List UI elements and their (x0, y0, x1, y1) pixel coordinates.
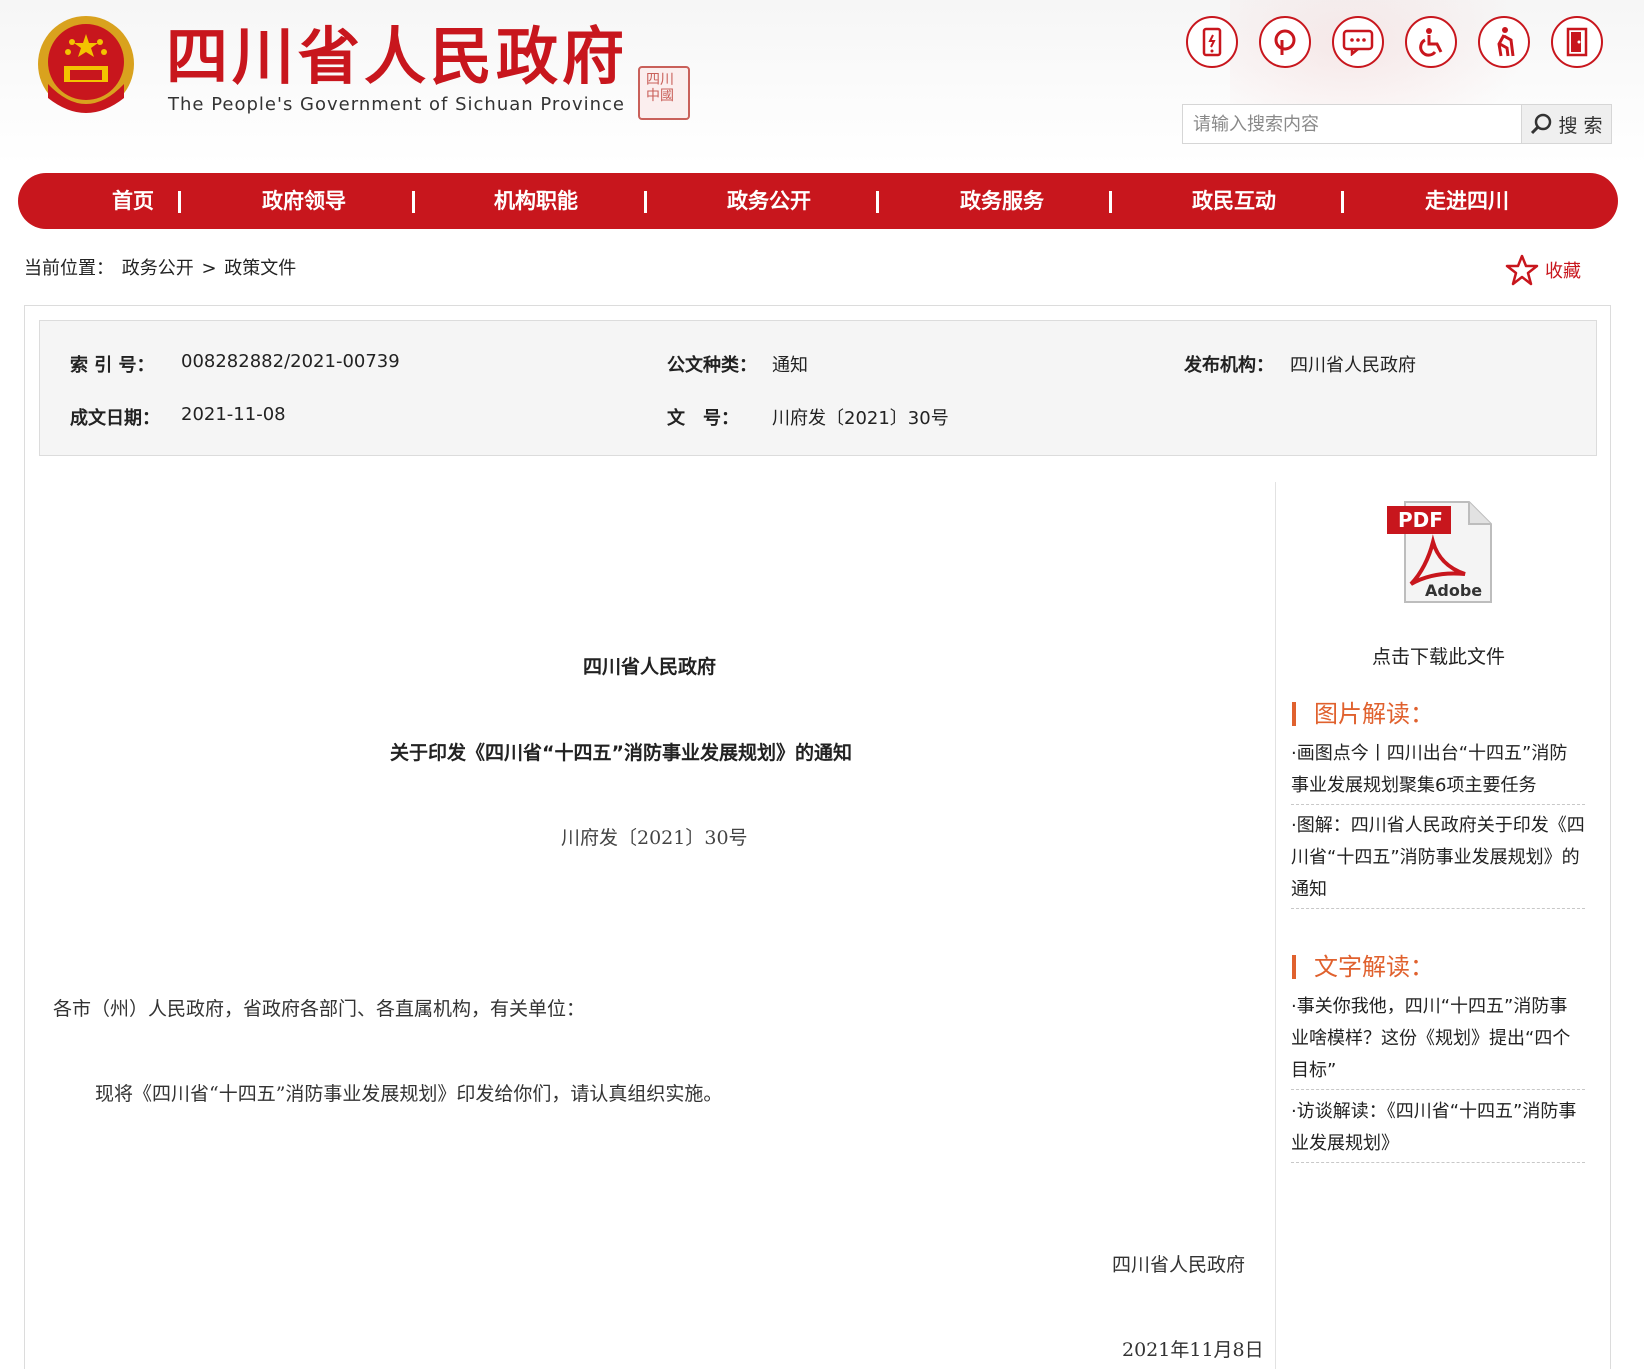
nav-separator (1109, 191, 1112, 213)
nav-item-leaders[interactable]: 政府领导 (234, 173, 374, 229)
pdf-download-icon[interactable]: PDF Adobe (1385, 498, 1495, 606)
site-subtitle: The People's Government of Sichuan Provi… (168, 94, 625, 115)
nav-item-services[interactable]: 政务服务 (932, 173, 1072, 229)
search-box: 搜 索 (1182, 104, 1612, 144)
breadcrumb-separator: > (201, 258, 217, 279)
document-type-value: 通知 (772, 355, 808, 376)
nav-item-about-sichuan[interactable]: 走进四川 (1397, 173, 1537, 229)
nav-item-home[interactable]: 首页 (73, 173, 193, 229)
image-interpretation-link[interactable]: ·画图点今丨四川出台“十四五”消防事业发展规划聚集6项主要任务 (1291, 738, 1585, 805)
login-icon[interactable] (1551, 16, 1603, 68)
nav-separator (178, 191, 181, 213)
index-number-value: 008282882/2021-00739 (181, 351, 400, 372)
image-interpretation-link[interactable]: ·图解：四川省人民政府关于印发《四川省“十四五”消防事业发展规划》的通知 (1291, 810, 1585, 909)
nav-item-agencies[interactable]: 机构职能 (466, 173, 606, 229)
document-signature: 四川省人民政府 (1112, 1254, 1246, 1276)
document-number-label: 文 号： (667, 408, 739, 429)
document-metadata: 索 引 号： 008282882/2021-00739 公文种类： 通知 发布机… (39, 320, 1597, 456)
site-header: 四川省人民政府 The People's Government of Sichu… (0, 0, 1644, 165)
breadcrumb: 当前位置： 政务公开 > 政策文件 (24, 254, 298, 280)
accessibility-icon[interactable] (1405, 16, 1457, 68)
index-number-label: 索 引 号： (70, 355, 155, 376)
sichuan-seal-logo: 四川中國 (638, 66, 690, 120)
national-emblem-logo (38, 16, 134, 113)
message-icon[interactable] (1332, 16, 1384, 68)
nav-separator (644, 191, 647, 213)
document-number: 川府发〔2021〕30号 (561, 827, 748, 849)
nav-item-government-affairs[interactable]: 政务公开 (699, 173, 839, 229)
creation-date-value: 2021-11-08 (181, 404, 286, 425)
text-interpretation-link[interactable]: ·事关你我他，四川“十四五”消防事业啥模样？这份《规划》提出“四个目标” (1291, 991, 1585, 1090)
search-input[interactable] (1184, 106, 1522, 142)
favorite-label: 收藏 (1545, 261, 1581, 282)
document-type-label: 公文种类： (667, 355, 757, 376)
download-file-link[interactable]: 点击下载此文件 (1372, 642, 1505, 669)
nav-separator (876, 191, 879, 213)
search-button-label: 搜 索 (1558, 114, 1603, 137)
issuer-label: 发布机构： (1184, 355, 1274, 376)
breadcrumb-prefix: 当前位置： (24, 258, 114, 279)
text-interpretation-title: 文字解读： (1292, 955, 1434, 979)
adobe-label: Adobe (1425, 581, 1482, 600)
pdf-label: PDF (1398, 508, 1443, 532)
image-interpretation-title: 图片解读： (1292, 702, 1434, 726)
document-body-paragraph: 现将《四川省“十四五”消防事业发展规划》印发给你们，请认真组织实施。 (95, 1083, 723, 1105)
nav-separator (412, 191, 415, 213)
weibo-icon[interactable] (1259, 16, 1311, 68)
star-icon (1505, 254, 1539, 286)
favorite-button[interactable]: 收藏 (1505, 254, 1581, 286)
seal-text: 四川中國 (646, 72, 674, 104)
nav-item-interaction[interactable]: 政民互动 (1164, 173, 1304, 229)
search-icon (1531, 113, 1552, 135)
site-title: 四川省人民政府 (166, 20, 629, 93)
nav-separator (1341, 191, 1344, 213)
main-nav: 首页 政府领导 机构职能 政务公开 政务服务 政民互动 走进四川 (18, 173, 1618, 229)
document-title: 关于印发《四川省“十四五”消防事业发展规划》的通知 (390, 742, 852, 764)
document-number-value: 川府发〔2021〕30号 (772, 408, 949, 429)
mobile-icon[interactable] (1186, 16, 1238, 68)
breadcrumb-link-government-affairs[interactable]: 政务公开 (122, 258, 194, 279)
document-issuer-heading: 四川省人民政府 (583, 656, 717, 678)
sidebar-divider (1275, 482, 1276, 1369)
issuer-value: 四川省人民政府 (1290, 355, 1416, 376)
document-date: 2021年11月8日 (1122, 1339, 1264, 1361)
elderly-icon[interactable] (1478, 16, 1530, 68)
text-interpretation-link[interactable]: ·访谈解读：《四川省“十四五”消防事业发展规划》 (1291, 1096, 1585, 1163)
search-button[interactable]: 搜 索 (1521, 105, 1611, 143)
creation-date-label: 成文日期： (70, 408, 160, 429)
breadcrumb-link-policy-documents[interactable]: 政策文件 (224, 258, 296, 279)
document-salutation: 各市（州）人民政府，省政府各部门、各直属机构，有关单位： (53, 998, 586, 1020)
